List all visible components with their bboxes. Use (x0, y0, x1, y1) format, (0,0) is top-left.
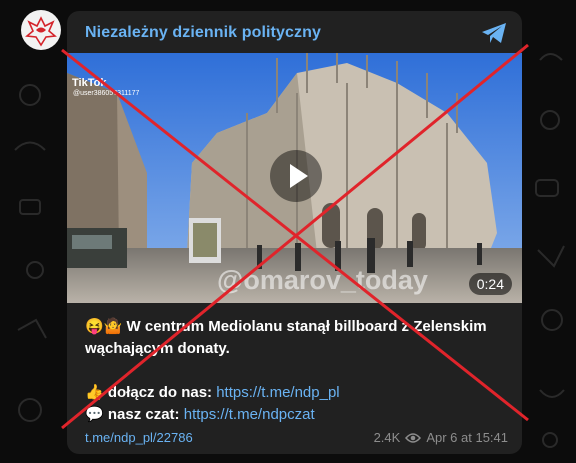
headline-text-1: W centrum Mediolanu stanął billboard z Z… (126, 318, 487, 335)
headline-line-1: 😝🤷 W centrum Mediolanu stanął billboard … (85, 316, 510, 338)
channel-post-card: Niezależny dziennik polityczny TikTok @u… (67, 11, 522, 454)
headline-line-2: wąchającym donaty. (85, 338, 510, 360)
post-date: Apr 6 at 15:41 (426, 430, 508, 445)
speech-bubble-emoji: 💬 (85, 406, 104, 423)
tiktok-username: @user38605?311177 (73, 90, 140, 97)
chat-line: 💬 nasz czat: https://t.me/ndpczat (85, 404, 510, 426)
join-line: 👍 dołącz do nas: https://t.me/ndp_pl (85, 382, 510, 404)
join-label: dołącz do nas: (107, 384, 213, 401)
eye-icon (405, 432, 422, 443)
channel-title[interactable]: Niezależny dziennik polityczny (85, 24, 321, 42)
telegram-icon[interactable] (480, 21, 508, 45)
play-button[interactable] (270, 150, 322, 202)
view-count: 2.4K (373, 430, 401, 445)
post-text: 😝🤷 W centrum Mediolanu stanął billboard … (85, 316, 510, 426)
video-duration: 0:24 (468, 273, 512, 295)
video-thumbnail[interactable]: TikTok @user38605?311177 @omarov_today 0… (67, 53, 522, 303)
post-permalink[interactable]: t.me/ndp_pl/22786 (85, 430, 193, 445)
tiktok-logo: TikTok (72, 77, 107, 89)
post-meta: 2.4K Apr 6 at 15:41 (374, 430, 508, 445)
video-watermark: @omarov_today (217, 265, 428, 295)
thumbs-up-emoji: 👍 (85, 384, 104, 401)
channel-avatar[interactable] (21, 10, 61, 50)
join-link[interactable]: https://t.me/ndp_pl (216, 384, 339, 401)
chat-label: nasz czat: (107, 406, 180, 423)
play-icon (290, 164, 308, 188)
headline-emoji: 😝🤷 (85, 318, 123, 335)
chat-link[interactable]: https://t.me/ndpczat (184, 406, 315, 423)
headline-text-2: wąchającym donaty. (85, 340, 230, 357)
post-header: Niezależny dziennik polityczny (67, 11, 522, 53)
eagle-logo-icon (25, 16, 57, 47)
